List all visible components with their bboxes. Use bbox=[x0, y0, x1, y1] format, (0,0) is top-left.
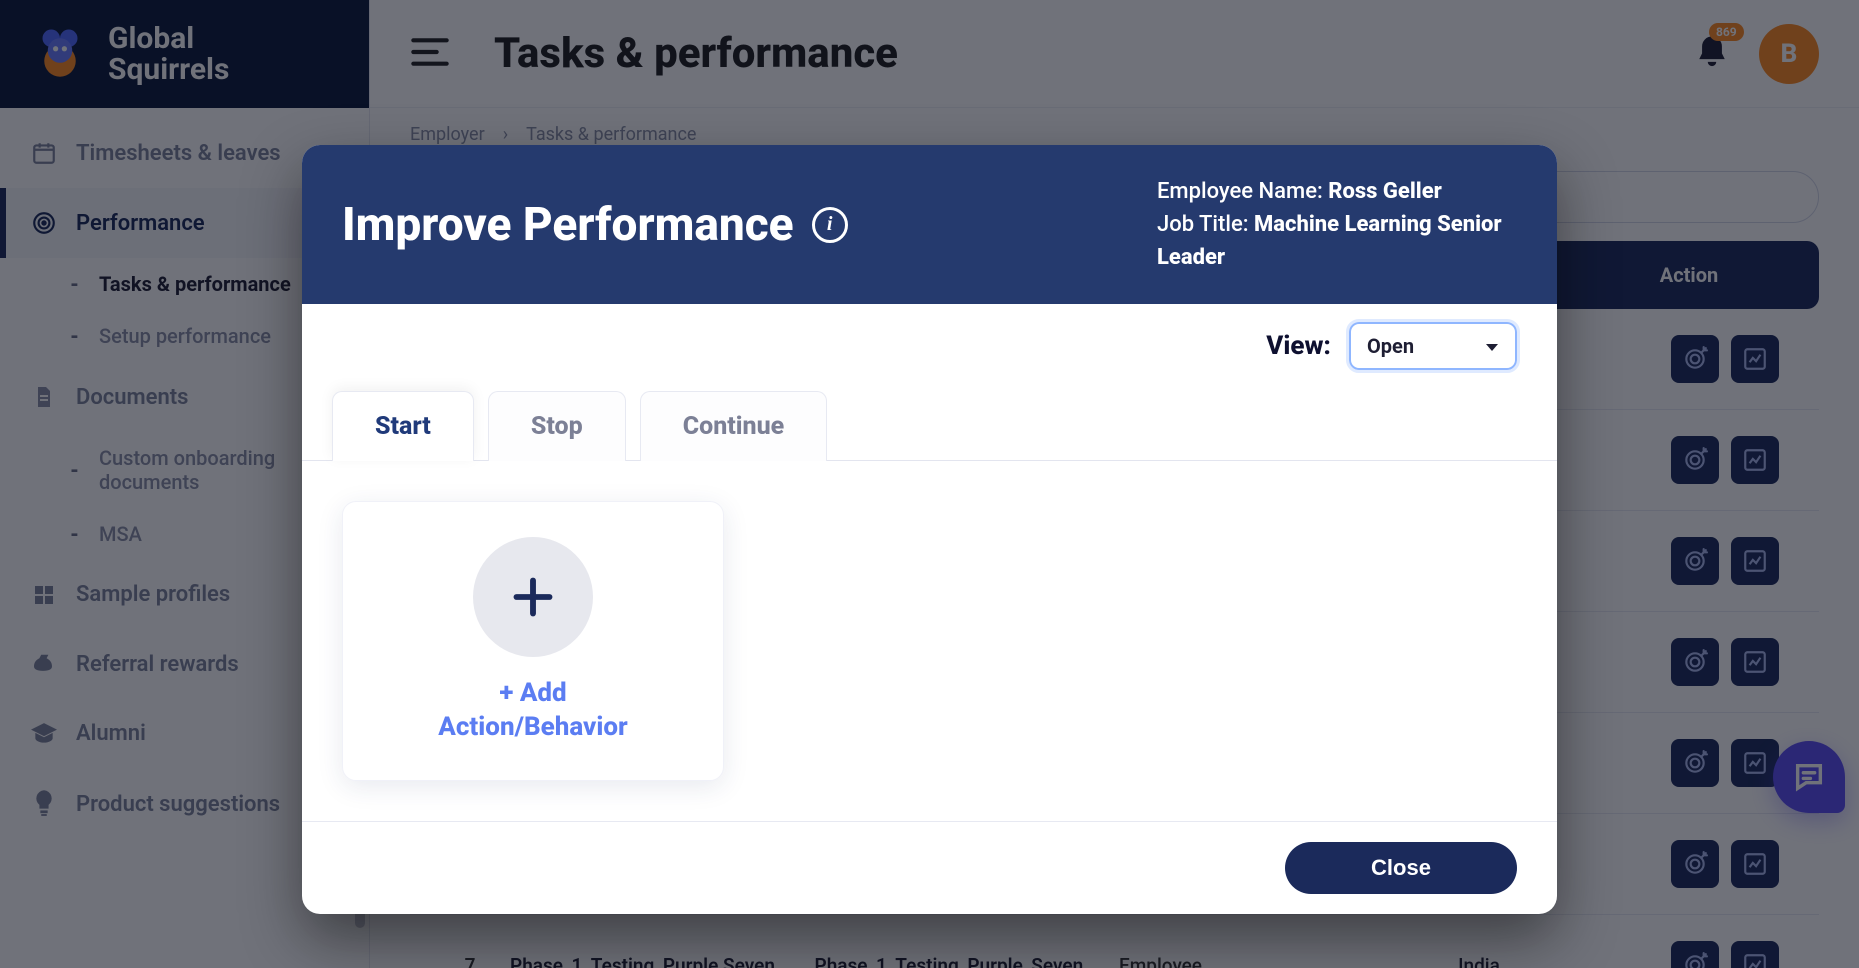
modal-employee-meta: Employee Name: Ross Geller Job Title: Ma… bbox=[1157, 175, 1517, 274]
modal-body: + Add Action/Behavior bbox=[302, 461, 1557, 821]
tab-start[interactable]: Start bbox=[332, 391, 474, 461]
tab-continue[interactable]: Continue bbox=[640, 391, 828, 461]
modal-overlay[interactable]: Improve Performance i Employee Name: Ros… bbox=[0, 0, 1859, 968]
view-select[interactable]: Open bbox=[1349, 322, 1517, 370]
view-label: View: bbox=[1266, 331, 1331, 361]
plus-icon bbox=[473, 537, 593, 657]
modal-header: Improve Performance i Employee Name: Ros… bbox=[302, 145, 1557, 304]
improve-performance-modal: Improve Performance i Employee Name: Ros… bbox=[302, 145, 1557, 914]
modal-toolbar: View: Open bbox=[302, 304, 1557, 378]
add-action-label: + Add Action/Behavior bbox=[438, 677, 627, 745]
info-icon[interactable]: i bbox=[812, 207, 848, 243]
chevron-down-icon bbox=[1485, 334, 1499, 358]
modal-tabs: Start Stop Continue bbox=[302, 390, 1557, 461]
tab-stop[interactable]: Stop bbox=[488, 391, 626, 461]
modal-footer: Close bbox=[302, 821, 1557, 914]
add-action-card[interactable]: + Add Action/Behavior bbox=[342, 501, 724, 781]
view-select-value: Open bbox=[1367, 334, 1414, 358]
close-button[interactable]: Close bbox=[1285, 842, 1517, 894]
modal-title: Improve Performance i bbox=[342, 175, 1127, 274]
